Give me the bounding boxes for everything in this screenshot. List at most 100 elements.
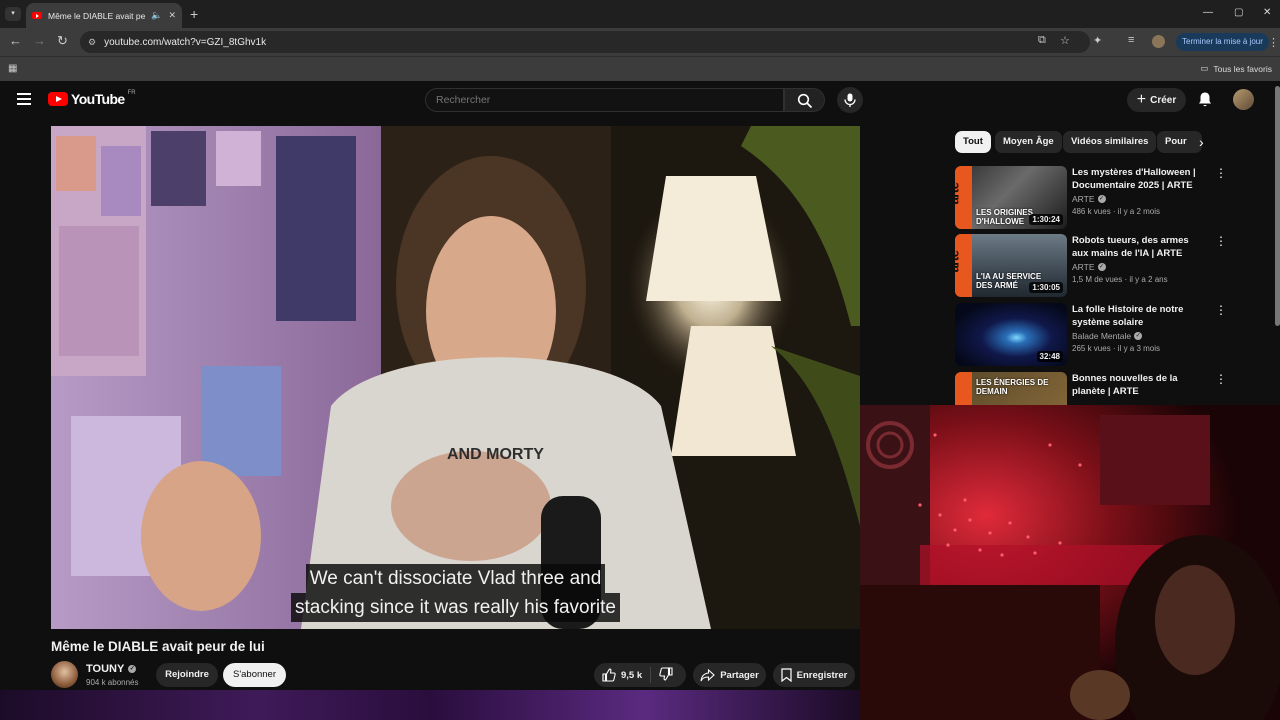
recommended-channel: Balade Mentale (1072, 331, 1132, 341)
arte-logo-icon: arte (955, 182, 962, 205)
maximize-icon[interactable]: ▢ (1234, 7, 1243, 18)
window-close-icon[interactable]: ✕ (1263, 7, 1271, 18)
more-actions-icon[interactable]: ⋮ (1215, 235, 1227, 247)
recommended-channel-row: Balade Mentale ✓ (1072, 331, 1143, 341)
like-button[interactable]: 9,5 k (594, 667, 652, 683)
arte-logo-icon: arte (955, 250, 962, 273)
chip-all[interactable]: Tout (955, 131, 991, 153)
like-dislike-group: 9,5 k (594, 663, 686, 687)
picture-in-picture-video[interactable] (860, 405, 1280, 720)
audio-playing-icon[interactable]: 🔈 (151, 10, 162, 21)
video-title: Même le DIABLE avait peur de lui (51, 639, 265, 654)
minimize-icon[interactable]: — (1203, 7, 1213, 18)
voice-search-button[interactable] (837, 87, 863, 113)
browser-tab-strip: ▾ Même le DIABLE avait peur de lui 🔈 ✕ +… (0, 0, 1280, 28)
video-thumbnail[interactable]: arte L'IA AU SERVICE DES ARMÉ 1:30:05 (955, 234, 1067, 297)
address-bar[interactable]: ⚙ youtube.com/watch?v=GZI_8tGhv1k (80, 31, 1090, 53)
browser-tab[interactable]: Même le DIABLE avait peur de lui 🔈 ✕ (26, 3, 182, 28)
more-actions-icon[interactable]: ⋮ (1215, 304, 1227, 316)
chip-for-you[interactable]: Pour (1157, 131, 1202, 153)
recommended-meta: 1,5 M de vues · il y a 2 ans (1072, 275, 1168, 284)
verified-check-icon: ✓ (1097, 263, 1106, 271)
chrome-profile-avatar[interactable] (1152, 35, 1165, 48)
video-captions: We can't dissociate Vlad three and stack… (51, 564, 860, 622)
create-button[interactable]: + Créer (1127, 88, 1186, 112)
page-scrollbar[interactable] (1275, 86, 1280, 326)
video-thumbnail[interactable]: arte LES ORIGINES D'HALLOWE 1:30:24 (955, 166, 1067, 229)
search-button[interactable] (784, 88, 825, 112)
youtube-header: YouTube FR + Créer (0, 81, 1280, 119)
more-actions-icon[interactable]: ⋮ (1215, 167, 1227, 179)
tab-close-icon[interactable]: ✕ (168, 10, 176, 21)
extensions-icon[interactable]: ✦ (1093, 34, 1102, 47)
video-duration: 32:48 (1036, 351, 1063, 362)
caption-line-1: We can't dissociate Vlad three and (305, 564, 606, 593)
save-label: Enregistrer (796, 669, 848, 681)
subscribe-button[interactable]: S'abonner (223, 663, 286, 687)
dislike-button[interactable] (651, 666, 681, 684)
thumbnail-text: LES ÉNERGIES DE DEMAIN (976, 378, 1049, 396)
reading-list-icon[interactable]: ≡ (1128, 34, 1134, 46)
forward-icon[interactable]: → (33, 34, 46, 48)
recommended-meta: 265 k vues · il y a 3 mois (1072, 344, 1161, 353)
reload-icon[interactable]: ↻ (57, 34, 68, 48)
video-thumbnail[interactable]: 32:48 (955, 303, 1067, 366)
channel-name[interactable]: TOUNY (86, 663, 124, 675)
notifications-bell-icon[interactable] (1197, 91, 1213, 108)
video-duration: 1:30:24 (1029, 214, 1063, 225)
tab-search-icon[interactable]: ▾ (5, 7, 21, 21)
recommended-title[interactable]: Robots tueurs, des armes aux mains de l'… (1072, 234, 1202, 260)
join-button[interactable]: Rejoindre (156, 663, 218, 687)
arte-logo-band: arte (955, 234, 972, 297)
install-app-icon[interactable]: ⧉ (1038, 34, 1046, 47)
share-button[interactable]: Partager (693, 663, 766, 687)
site-info-icon[interactable]: ⚙ (88, 37, 96, 48)
chip-similar-videos[interactable]: Vidéos similaires (1063, 131, 1157, 153)
recommended-title[interactable]: La folle Histoire de notre système solai… (1072, 303, 1202, 329)
plus-icon: + (1136, 91, 1147, 108)
recommended-video[interactable]: arte L'IA AU SERVICE DES ARMÉ 1:30:05 Ro… (955, 234, 1227, 298)
channel-avatar[interactable] (51, 661, 78, 688)
channel-name-row[interactable]: TOUNY ✓ (86, 663, 137, 675)
chip-middle-ages[interactable]: Moyen Âge (995, 131, 1062, 153)
search-input[interactable] (425, 88, 784, 112)
menu-icon[interactable] (17, 93, 31, 105)
verified-check-icon: ✓ (128, 665, 137, 673)
video-duration: 1:30:05 (1029, 282, 1063, 293)
region-code: FR (127, 90, 136, 96)
chrome-menu-icon[interactable]: ⋮ (1268, 36, 1279, 49)
more-actions-icon[interactable]: ⋮ (1215, 373, 1227, 385)
account-avatar[interactable] (1233, 89, 1254, 110)
url-text: youtube.com/watch?v=GZI_8tGhv1k (104, 36, 267, 48)
bookmark-star-icon[interactable]: ☆ (1060, 34, 1070, 47)
related-filter-chips: Tout Moyen Âge Vidéos similaires Pour (955, 131, 1225, 153)
update-button[interactable]: Terminer la mise à jour (1176, 33, 1269, 51)
youtube-favicon-icon (32, 12, 42, 19)
save-button[interactable]: Enregistrer (773, 663, 855, 687)
share-arrow-icon (700, 668, 716, 681)
recommended-title[interactable]: Bonnes nouvelles de la planète | ARTE (1072, 372, 1202, 398)
recommended-video[interactable]: arte LES ORIGINES D'HALLOWE 1:30:24 Les … (955, 166, 1227, 230)
microphone-icon (844, 93, 856, 107)
apps-grid-icon[interactable]: ▦ (8, 63, 17, 74)
browser-toolbar: ← → ↻ ⚙ youtube.com/watch?v=GZI_8tGhv1k … (0, 28, 1280, 56)
chevron-right-icon[interactable]: › (1199, 134, 1204, 150)
share-label: Partager (720, 669, 759, 681)
youtube-logo[interactable]: YouTube FR (48, 90, 136, 107)
all-bookmarks-folder[interactable]: ▭ Tous les favoris (1200, 63, 1272, 74)
recommended-title[interactable]: Les mystères d'Halloween | Documentaire … (1072, 166, 1202, 192)
new-tab-button[interactable]: + (190, 6, 198, 22)
below-video-preview (0, 690, 860, 720)
logo-text: YouTube (71, 91, 125, 107)
bookmark-save-icon (781, 668, 792, 682)
video-player[interactable]: AND MORTY We can't dissociate Vlad three… (51, 126, 860, 629)
verified-check-icon: ✓ (1134, 332, 1143, 340)
search-icon (797, 93, 813, 109)
recommended-channel: ARTE (1072, 194, 1095, 204)
recommended-channel-row: ARTE ✓ (1072, 194, 1106, 204)
back-icon[interactable]: ← (9, 34, 22, 48)
thumbs-down-icon (659, 666, 673, 681)
recommended-video[interactable]: 32:48 La folle Histoire de notre système… (955, 303, 1227, 367)
arte-logo-band: arte (955, 166, 972, 229)
verified-check-icon: ✓ (1097, 195, 1106, 203)
